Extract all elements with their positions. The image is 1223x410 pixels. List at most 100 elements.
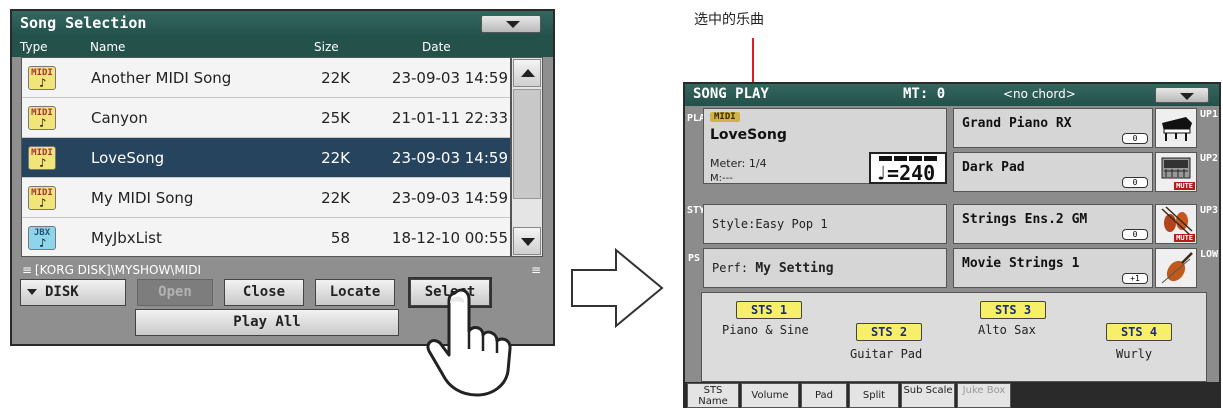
song-name: Canyon: [91, 109, 148, 127]
song-selection-header: Song Selection: [12, 11, 553, 37]
song-list-row[interactable]: JBX ♪ MyJbxList 58 18-12-10 00:55: [22, 218, 510, 258]
page-menu-button[interactable]: [481, 15, 541, 33]
violin-icon[interactable]: [1155, 248, 1197, 288]
player-area[interactable]: MIDI LoveSong Meter: 1/4 M:--- ♩=240: [703, 108, 947, 185]
song-size: 22K: [321, 69, 350, 87]
upper1-tag: UP1: [1200, 109, 1219, 120]
upper3-tag: UP3: [1200, 205, 1219, 216]
selected-song-callout: 选中的乐曲: [694, 12, 764, 28]
sts-1-button[interactable]: STS 1: [736, 301, 802, 319]
midi-file-icon: MIDI ♪: [28, 186, 56, 210]
performance-value: My Setting: [755, 261, 834, 276]
tempo-value: ♩=240: [875, 161, 936, 185]
octave-badge: 0: [1122, 229, 1148, 240]
tab-split[interactable]: Split: [849, 383, 899, 408]
path-grip-icon: ≡: [530, 263, 541, 277]
tempo-display[interactable]: ♩=240: [869, 152, 947, 185]
tab-sts-name[interactable]: STS Name: [687, 383, 739, 408]
page-menu-button[interactable]: [1155, 87, 1209, 103]
locate-button[interactable]: Locate: [315, 279, 395, 306]
sts-4-button[interactable]: STS 4: [1106, 323, 1172, 341]
scroll-down-arrow-icon[interactable]: [513, 227, 541, 255]
song-name: My MIDI Song: [91, 189, 194, 207]
right-arrow-icon: [571, 248, 664, 328]
upper1-sound[interactable]: Grand Piano RX 0: [953, 108, 1153, 148]
tab-pad[interactable]: Pad: [801, 383, 847, 408]
song-list-row[interactable]: MIDI ♪ Another MIDI Song 22K 23-09-03 14:…: [22, 58, 510, 98]
synth-pad-icon[interactable]: MUTE: [1155, 152, 1197, 192]
song-size: 22K: [321, 149, 350, 167]
song-list-row-selected[interactable]: MIDI ♪ LoveSong 22K 23-09-03 14:59: [22, 138, 510, 178]
column-header-size[interactable]: Size: [314, 40, 339, 54]
performance-area[interactable]: Perf: My Setting: [703, 248, 947, 288]
style-side-label: STY: [687, 205, 706, 216]
song-name: Another MIDI Song: [91, 69, 232, 87]
sound-name: Dark Pad: [962, 160, 1025, 175]
song-name: LoveSong: [91, 149, 165, 167]
song-list-row[interactable]: MIDI ♪ My MIDI Song 22K 23-09-03 14:59: [22, 178, 510, 218]
measure-display: M:---: [710, 173, 733, 184]
octave-badge: 0: [1122, 133, 1148, 144]
style-area[interactable]: Style:Easy Pop 1: [703, 204, 947, 244]
scrollbar-thumb[interactable]: [513, 89, 541, 199]
sts-3-label: Alto Sax: [978, 323, 1036, 337]
mute-badge: MUTE: [1174, 182, 1195, 190]
grand-piano-icon[interactable]: [1155, 108, 1197, 148]
path-grip-icon: ≡: [22, 263, 32, 277]
midi-file-icon: MIDI ♪: [28, 66, 56, 90]
tab-sub-scale[interactable]: Sub Scale: [901, 383, 955, 408]
performance-label: Perf:: [712, 261, 749, 275]
sts-3-button[interactable]: STS 3: [980, 301, 1046, 319]
open-button[interactable]: Open: [137, 279, 213, 306]
disk-label: DISK: [45, 284, 79, 300]
list-scrollbar[interactable]: [511, 57, 543, 257]
upper2-sound[interactable]: Dark Pad 0: [953, 152, 1153, 192]
upper3-sound[interactable]: Strings Ens.2 GM 0: [953, 204, 1153, 244]
scroll-up-arrow-icon[interactable]: [513, 59, 541, 87]
lower-sound[interactable]: Movie Strings 1 +1: [953, 248, 1153, 288]
song-play-window: SONG PLAY MT: 0 <no chord> PLAYER MIDI L…: [683, 82, 1221, 408]
tab-bar: STS Name Volume Pad Split Sub Scale Juke…: [685, 382, 1219, 408]
mute-badge: MUTE: [1174, 234, 1195, 242]
column-header-type[interactable]: Type: [20, 40, 48, 54]
tab-volume[interactable]: Volume: [741, 383, 799, 408]
upper2-tag: UP2: [1200, 153, 1219, 164]
column-header-date[interactable]: Date: [422, 40, 451, 54]
song-selection-title: Song Selection: [20, 14, 147, 32]
disk-selector-button[interactable]: DISK: [20, 279, 126, 306]
performance-text: Perf: My Setting: [712, 261, 834, 276]
style-name: Style:Easy Pop 1: [712, 217, 828, 231]
octave-badge: 0: [1122, 177, 1148, 188]
chord-display: <no chord>: [1003, 87, 1076, 101]
tab-juke-box[interactable]: Juke Box: [957, 383, 1011, 408]
lower-tag: LOW: [1200, 249, 1219, 260]
current-path-text: [KORG DISK]\MYSHOW\MIDI: [34, 263, 202, 277]
song-play-title: SONG PLAY: [693, 86, 769, 102]
song-size: 58: [330, 229, 350, 247]
dropdown-arrow-icon: [27, 289, 37, 295]
tap-hand-icon: [426, 288, 512, 397]
song-date: 18-12-10 00:55: [391, 229, 508, 247]
close-button[interactable]: Close: [224, 279, 304, 306]
song-size: 25K: [321, 109, 350, 127]
midi-file-icon: MIDI ♪: [28, 106, 56, 130]
song-size: 22K: [321, 189, 350, 207]
midi-file-icon: MIDI ♪: [28, 146, 56, 170]
column-header-name[interactable]: Name: [90, 40, 125, 54]
strings-ensemble-icon[interactable]: MUTE: [1155, 204, 1197, 244]
sts-2-label: Guitar Pad: [850, 347, 923, 361]
sound-name: Movie Strings 1: [962, 256, 1080, 271]
song-date: 21-01-11 22:33: [391, 109, 508, 127]
play-all-button[interactable]: Play All: [135, 309, 399, 336]
sts-2-button[interactable]: STS 2: [856, 323, 922, 341]
player-side-label: PLAYER: [687, 114, 723, 124]
song-date: 23-09-03 14:59: [391, 149, 508, 167]
sts-1-label: Piano & Sine: [722, 323, 809, 337]
octave-badge: +1: [1122, 273, 1148, 284]
perf-side-label: PS: [687, 253, 701, 264]
jukebox-file-icon: JBX ♪: [28, 226, 56, 250]
meter-display: Meter: 1/4: [710, 157, 767, 170]
current-song-name: LoveSong: [710, 127, 787, 143]
song-file-list: MIDI ♪ Another MIDI Song 22K 23-09-03 14:…: [21, 57, 511, 257]
song-list-row[interactable]: MIDI ♪ Canyon 25K 21-01-11 22:33: [22, 98, 510, 138]
